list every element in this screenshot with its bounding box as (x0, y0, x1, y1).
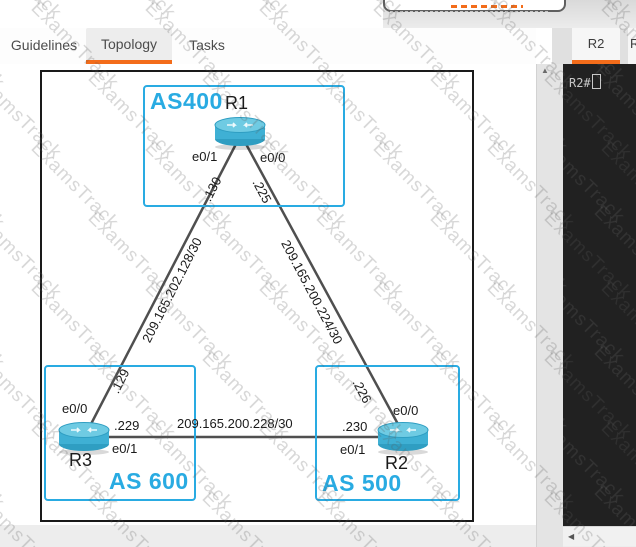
as600-label: AS 600 (109, 468, 189, 495)
watermark-text: ExamsTrack (0, 0, 66, 24)
console-tab-r2[interactable]: R2 (572, 28, 620, 64)
r3-e0-0-label: e0/0 (62, 401, 87, 416)
router-r1-icon (213, 114, 267, 150)
watermark-text: ExamsTrack (589, 342, 636, 439)
r2-e0-0-label: e0/0 (393, 403, 418, 418)
watermark-text: ExamsTrack (563, 482, 572, 526)
terminal-watermark-layer: ExamsTrackExamsTrackExamsTrackExamsTrack… (563, 64, 636, 526)
watermark-text: ExamsTrack (563, 132, 629, 229)
watermark-text: ExamsTrack (197, 0, 294, 24)
tab-guidelines[interactable]: Guidelines (8, 28, 80, 64)
terminal-cursor (592, 74, 601, 89)
watermark-text: ExamsTrack (563, 412, 629, 509)
as500-label: AS 500 (322, 470, 402, 497)
r1-e0-0-label: e0/0 (260, 150, 285, 165)
terminal-prompt-text: R2# (569, 76, 591, 90)
console-terminal[interactable]: ExamsTrackExamsTrackExamsTrackExamsTrack… (563, 64, 636, 526)
subnet-bottom-label: 209.165.200.228/30 (177, 416, 293, 431)
watermark-text: ExamsTrack (83, 0, 180, 24)
tab-tasks[interactable]: Tasks (184, 28, 230, 64)
router-r1-label: R1 (225, 93, 248, 114)
topology-panel: AS400 AS 600 AS 500 R1 R3 R2 e0/1 e0/0 e… (0, 64, 536, 525)
tab-topology[interactable]: Topology (86, 28, 172, 64)
as400-label: AS400 (150, 88, 223, 115)
clipped-orange-text (451, 5, 523, 8)
router-r2-label: R2 (385, 453, 408, 474)
router-r3-label: R3 (69, 450, 92, 471)
horizontal-scrollbar[interactable]: ◀ (563, 526, 636, 546)
vertical-scrollbar[interactable]: ▲ (536, 64, 553, 547)
r1-e0-1-label: e0/1 (192, 149, 217, 164)
watermark-text: ExamsTrack (563, 202, 572, 299)
watermark-text: ExamsTrack (563, 342, 572, 439)
router-r2-icon (376, 419, 430, 455)
console-tab-bar: R2 R (552, 28, 636, 64)
scroll-left-icon[interactable]: ◀ (568, 532, 574, 541)
watermark-text: ExamsTrack (589, 482, 636, 526)
r2-bottom-addr: .230 (342, 419, 367, 434)
console-tab-partial[interactable]: R (628, 28, 636, 64)
popup-dashed-line (390, 11, 548, 12)
watermark-text: ExamsTrack (563, 272, 629, 369)
watermark-text: ExamsTrack (589, 202, 636, 299)
r3-bottom-addr: .229 (114, 418, 139, 433)
terminal-prompt: R2# (569, 74, 601, 90)
scroll-up-icon[interactable]: ▲ (537, 64, 553, 78)
left-tab-bar: Guidelines Topology Tasks (0, 28, 536, 65)
r2-e0-1-label: e0/1 (340, 442, 365, 457)
panel-gutter (552, 64, 563, 547)
r3-e0-1-label: e0/1 (112, 441, 137, 456)
